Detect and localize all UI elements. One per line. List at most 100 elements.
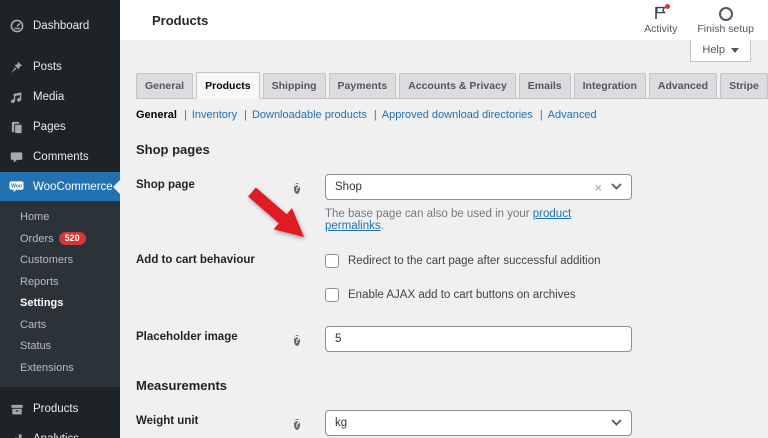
help-tip-icon[interactable] (294, 419, 301, 430)
woocommerce-submenu: Home Orders 520 Customers Reports Settings Car… (0, 201, 120, 387)
finish-setup-button[interactable]: Finish setup (697, 6, 754, 35)
submenu-item-label: Reports (20, 275, 59, 288)
subnav-link[interactable]: Inventory (177, 109, 237, 121)
sidebar-item-label: Posts (33, 61, 62, 73)
woocommerce-icon: Woo (9, 179, 24, 194)
checkbox-option[interactable]: Redirect to the cart page after successf… (325, 254, 632, 268)
description-text: . (380, 220, 384, 232)
top-header-bar: Products Activity Finish setup (120, 0, 768, 40)
settings-tab[interactable]: Stripe (720, 73, 768, 99)
submenu-item[interactable]: Carts (0, 315, 120, 337)
checkbox[interactable] (325, 288, 339, 302)
weight-unit-select-value: kg (335, 417, 348, 429)
svg-text:Woo: Woo (11, 184, 22, 190)
subnav-link[interactable]: Advanced (533, 109, 597, 121)
media-icon (9, 90, 24, 105)
settings-tab[interactable]: Emails (518, 73, 571, 99)
clear-selection-icon[interactable]: × (594, 181, 602, 194)
page-title: Products (152, 12, 209, 28)
settings-tab[interactable]: General (136, 73, 194, 99)
shop-page-select-value: Shop (335, 181, 362, 193)
placeholder-image-label: Placeholder image (136, 331, 238, 343)
sidebar-item-label: Pages (33, 121, 66, 133)
tab-label: Integration (582, 80, 637, 92)
chevron-down-icon (611, 181, 622, 193)
main-area: Products Activity Finish setup Help Gene… (120, 0, 768, 438)
sidebar-item-dashboard[interactable]: Dashboard (0, 11, 120, 41)
submenu-item[interactable]: Home (0, 207, 120, 229)
add-to-cart-row: Add to cart behaviour Redirect to the ca… (136, 249, 752, 302)
tab-label: Shipping (271, 80, 317, 92)
settings-tab[interactable]: Integration (573, 73, 646, 99)
placeholder-image-row: Placeholder image (136, 326, 752, 352)
help-label: Help (702, 44, 725, 56)
setup-progress-icon (718, 6, 733, 21)
sidebar-item-pages[interactable]: Pages (0, 112, 120, 142)
submenu-item[interactable]: Status (0, 336, 120, 358)
checkbox-label: Enable AJAX add to cart buttons on archi… (348, 289, 576, 301)
notification-dot (664, 3, 670, 9)
subnav-link[interactable]: Downloadable products (237, 109, 367, 121)
sidebar-item-label: WooCommerce (33, 180, 113, 193)
tab-label: Products (205, 80, 251, 92)
submenu-item[interactable]: Customers (0, 250, 120, 272)
settings-tab[interactable]: Shipping (262, 73, 326, 99)
submenu-item[interactable]: Orders 520 (0, 229, 120, 251)
shop-page-select[interactable]: Shop × (325, 174, 632, 200)
bar-chart-icon (9, 432, 24, 438)
sidebar-item-label: Comments (33, 151, 89, 163)
help-dropdown-button[interactable]: Help (690, 40, 751, 62)
subnav-link-label: Inventory (191, 109, 238, 121)
sidebar-item-posts[interactable]: Posts (0, 52, 120, 82)
checkbox-label: Redirect to the cart page after successf… (348, 255, 601, 267)
tab-label: Advanced (657, 80, 709, 92)
products-box-icon (9, 402, 24, 417)
help-tip-icon[interactable] (294, 183, 301, 194)
weight-unit-select[interactable]: kg (325, 410, 632, 436)
shop-page-label: Shop page (136, 179, 195, 191)
submenu-item-label: Orders (20, 232, 54, 245)
settings-tab[interactable]: Products (196, 72, 260, 99)
submenu-item-label: Extensions (20, 361, 74, 374)
measurements-heading: Measurements (136, 378, 228, 393)
help-tip-icon[interactable] (294, 335, 301, 346)
submenu-item[interactable]: Extensions (0, 358, 120, 380)
add-to-cart-checkbox-group: Redirect to the cart page after successf… (325, 249, 632, 302)
sidebar-item-products[interactable]: Products (0, 394, 120, 424)
chevron-down-icon (611, 417, 622, 429)
pages-icon (9, 120, 24, 135)
subnav-link-label: General (136, 109, 177, 121)
sidebar-item-label: Dashboard (33, 20, 90, 32)
admin-sidebar: Dashboard Posts Media Pages Comments Woo… (0, 0, 120, 438)
subnav-link-label: Advanced (547, 109, 597, 121)
subnav-link-label: Approved download directories (381, 109, 533, 121)
weight-unit-row: Weight unit kg (136, 410, 752, 436)
finish-setup-label: Finish setup (697, 22, 754, 35)
activity-button[interactable]: Activity (644, 3, 677, 35)
checkbox[interactable] (325, 254, 339, 268)
pushpin-icon (9, 60, 24, 75)
submenu-item-label: Settings (20, 297, 64, 309)
submenu-item[interactable]: Settings (0, 293, 120, 315)
add-to-cart-label: Add to cart behaviour (136, 254, 255, 266)
tab-label: General (145, 80, 185, 92)
settings-tab[interactable]: Payments (328, 73, 397, 99)
checkbox-option[interactable]: Enable AJAX add to cart buttons on archi… (325, 288, 632, 302)
shop-pages-heading: Shop pages (136, 142, 210, 157)
settings-tab[interactable]: Advanced (648, 73, 718, 99)
subnav-link[interactable]: General (136, 109, 177, 121)
sidebar-item-comments[interactable]: Comments (0, 142, 120, 172)
comments-icon (9, 150, 24, 165)
placeholder-image-input[interactable] (325, 326, 632, 352)
subnav-link[interactable]: Approved download directories (367, 109, 533, 121)
settings-tab[interactable]: Accounts & Privacy (399, 73, 516, 99)
sidebar-item-media[interactable]: Media (0, 82, 120, 112)
activity-flag-icon (654, 3, 670, 21)
sidebar-item-analytics[interactable]: Analytics (0, 424, 120, 438)
submenu-item[interactable]: Reports (0, 272, 120, 294)
tab-label: Payments (337, 80, 388, 92)
sidebar-item-woocommerce[interactable]: Woo WooCommerce (0, 172, 120, 201)
weight-unit-label: Weight unit (136, 415, 199, 427)
tab-label: Accounts & Privacy (408, 80, 507, 92)
dashboard-icon (9, 19, 24, 34)
